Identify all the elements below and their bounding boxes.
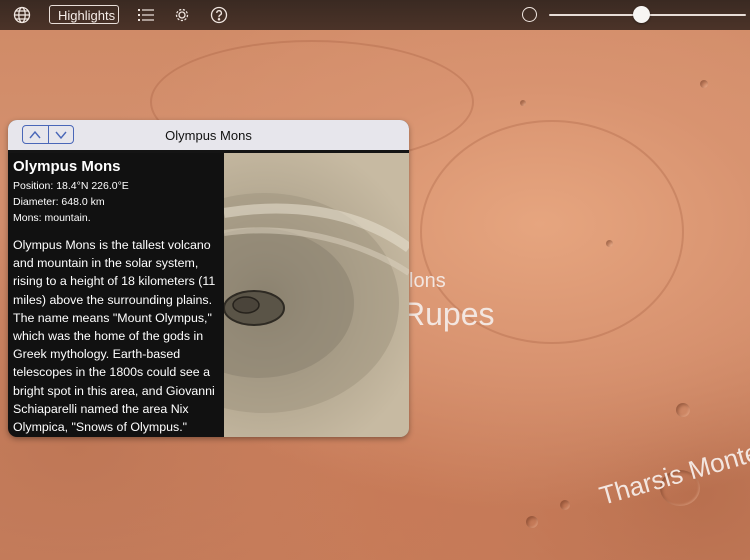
map-crater xyxy=(700,80,708,88)
circle-icon[interactable] xyxy=(522,7,537,22)
map-crater xyxy=(606,240,613,247)
help-icon[interactable] xyxy=(209,5,229,25)
top-toolbar: Highlights xyxy=(0,0,750,30)
map-crater xyxy=(526,516,538,528)
gear-icon[interactable] xyxy=(172,5,192,25)
zoom-slider-thumb[interactable] xyxy=(633,6,651,23)
feature-name: Olympus Mons xyxy=(13,158,121,175)
highlights-button[interactable]: Highlights xyxy=(49,5,119,24)
panel-title: Olympus Mons xyxy=(165,128,252,143)
list-icon[interactable] xyxy=(136,5,156,25)
feature-text: Olympus Mons Position: 18.4°N 226.0°E Di… xyxy=(8,153,224,437)
feature-info-panel: Olympus Mons Olympus Mons Position: 18.4… xyxy=(8,120,409,437)
globe-icon[interactable] xyxy=(12,5,32,25)
map-crater xyxy=(676,403,690,417)
map-crater xyxy=(560,500,570,510)
feature-diameter: Diameter: 648.0 km xyxy=(13,196,105,208)
map-label-rupes[interactable]: Rupes xyxy=(402,296,495,333)
panel-body: Olympus Mons Position: 18.4°N 226.0°E Di… xyxy=(8,153,409,437)
panel-header: Olympus Mons xyxy=(8,120,409,153)
map-crater xyxy=(520,100,526,106)
feature-position: Position: 18.4°N 226.0°E xyxy=(13,180,129,192)
feature-description: Olympus Mons is the tallest volcano and … xyxy=(13,238,216,435)
map-label-mons[interactable]: lons xyxy=(409,270,446,293)
feature-photo xyxy=(224,153,409,437)
feature-type: Mons: mountain. xyxy=(13,212,91,224)
